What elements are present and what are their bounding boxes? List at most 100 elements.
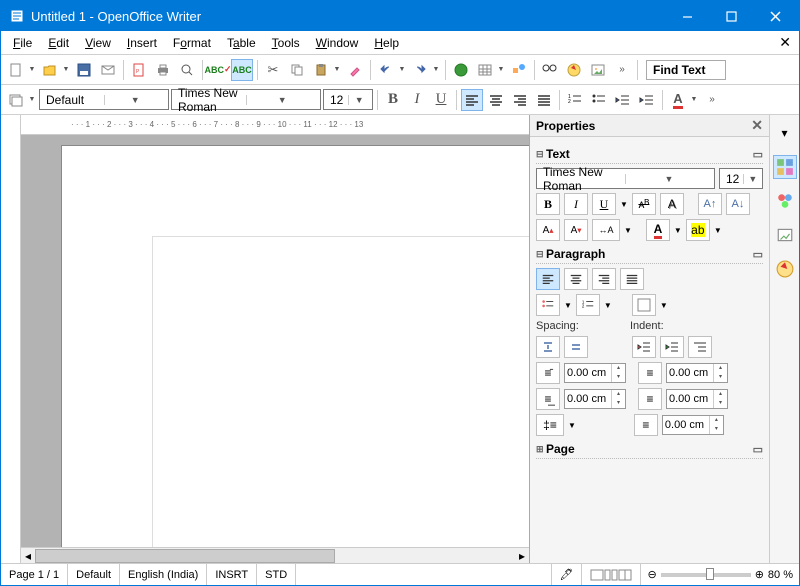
- menu-format[interactable]: Format: [165, 34, 219, 52]
- navigator-button[interactable]: [563, 59, 585, 81]
- zoom-slider[interactable]: [661, 573, 751, 577]
- paragraph-section-more-icon[interactable]: ▭: [753, 248, 763, 261]
- panel-bgcolor-button[interactable]: [632, 294, 656, 316]
- find-button[interactable]: [539, 59, 561, 81]
- menu-insert[interactable]: Insert: [119, 34, 165, 52]
- cut-button[interactable]: ✂: [262, 59, 284, 81]
- undo-button[interactable]: [375, 59, 397, 81]
- menu-table[interactable]: Table: [219, 34, 264, 52]
- align-right-button[interactable]: [509, 89, 531, 111]
- zoom-percent[interactable]: 80 %: [768, 569, 793, 581]
- close-button[interactable]: [753, 2, 797, 30]
- paste-dropdown[interactable]: ▼: [332, 66, 342, 73]
- hanging-indent-button[interactable]: [688, 336, 712, 358]
- spellcheck-button[interactable]: ABC✓: [207, 59, 229, 81]
- paste-button[interactable]: [310, 59, 332, 81]
- paragraph-style-combo[interactable]: Default▼: [39, 89, 169, 110]
- sidetab-styles-icon[interactable]: [773, 189, 797, 213]
- status-style[interactable]: Default: [68, 564, 120, 585]
- menu-file[interactable]: File: [5, 34, 40, 52]
- properties-close-icon[interactable]: ✕: [751, 117, 763, 134]
- horizontal-ruler[interactable]: · · · 1 · · · 2 · · · 3 · · · 4 · · · 5 …: [21, 115, 529, 135]
- panel-italic-button[interactable]: I: [564, 193, 588, 215]
- numbered-list-button[interactable]: 12: [564, 89, 586, 111]
- underline-button[interactable]: U: [430, 89, 452, 111]
- more-format-buttons[interactable]: »: [701, 89, 723, 111]
- text-section-toggle[interactable]: ⊟: [536, 149, 546, 160]
- panel-font-size-combo[interactable]: 12▼: [719, 168, 763, 189]
- table-button[interactable]: [474, 59, 496, 81]
- redo-dropdown[interactable]: ▼: [431, 66, 441, 73]
- increase-indent-panel-button[interactable]: [632, 336, 656, 358]
- panel-subscript-button[interactable]: A▾: [564, 219, 588, 241]
- table-dropdown[interactable]: ▼: [496, 66, 506, 73]
- document-canvas[interactable]: [21, 135, 529, 547]
- indent-first-input[interactable]: ▴▾: [662, 415, 724, 435]
- status-selection-mode[interactable]: STD: [257, 564, 296, 585]
- indent-left-icon[interactable]: ≡: [638, 362, 662, 384]
- autospell-button[interactable]: ABC: [231, 59, 253, 81]
- bold-button[interactable]: B: [382, 89, 404, 111]
- decrease-spacing-button[interactable]: [564, 336, 588, 358]
- font-color-dropdown[interactable]: ▼: [689, 96, 699, 103]
- paragraph-section-toggle[interactable]: ⊟: [536, 249, 546, 260]
- export-pdf-button[interactable]: P: [128, 59, 150, 81]
- show-draw-button[interactable]: [508, 59, 530, 81]
- indent-right-icon[interactable]: ≡: [638, 388, 662, 410]
- panel-numbering-button[interactable]: 12: [576, 294, 600, 316]
- styles-dropdown[interactable]: ▼: [27, 96, 37, 103]
- indent-left-input[interactable]: ▴▾: [666, 363, 728, 383]
- line-spacing-button[interactable]: ‡≡: [536, 414, 564, 436]
- panel-superscript-button[interactable]: A▴: [536, 219, 560, 241]
- status-signature[interactable]: 🖊: [552, 564, 583, 585]
- panel-align-right-button[interactable]: [592, 268, 616, 290]
- menu-window[interactable]: Window: [308, 34, 367, 52]
- spacing-below-icon[interactable]: ≡̲: [536, 388, 560, 410]
- panel-align-justify-button[interactable]: [620, 268, 644, 290]
- font-name-combo[interactable]: Times New Roman▼: [171, 89, 321, 110]
- panel-align-left-button[interactable]: [536, 268, 560, 290]
- open-dropdown[interactable]: ▼: [61, 66, 71, 73]
- align-center-button[interactable]: [485, 89, 507, 111]
- sidetab-gallery-icon[interactable]: [773, 223, 797, 247]
- indent-right-input[interactable]: ▴▾: [666, 389, 728, 409]
- panel-shrink-font-button[interactable]: A↓: [726, 193, 750, 215]
- panel-spacing-button[interactable]: ↔A: [592, 219, 620, 241]
- email-button[interactable]: [97, 59, 119, 81]
- horizontal-scrollbar[interactable]: ◂ ▸: [21, 547, 529, 563]
- font-size-combo[interactable]: 12▼: [323, 89, 373, 110]
- page[interactable]: [61, 145, 529, 547]
- minimize-button[interactable]: [665, 2, 709, 30]
- font-color-button[interactable]: A: [667, 89, 689, 111]
- panel-highlight-button[interactable]: ab: [686, 219, 710, 241]
- decrease-indent-panel-button[interactable]: [660, 336, 684, 358]
- spacing-above-icon[interactable]: ≡̄: [536, 362, 560, 384]
- menu-edit[interactable]: Edit: [40, 34, 77, 52]
- format-paintbrush-button[interactable]: [344, 59, 366, 81]
- find-text-button[interactable]: Find Text: [646, 60, 726, 80]
- panel-shadow-button[interactable]: A: [660, 193, 684, 215]
- print-button[interactable]: [152, 59, 174, 81]
- page-section-more-icon[interactable]: ▭: [753, 443, 763, 456]
- undo-dropdown[interactable]: ▼: [397, 66, 407, 73]
- status-view-layout[interactable]: [582, 564, 641, 585]
- indent-first-icon[interactable]: ≡: [634, 414, 658, 436]
- increase-indent-button[interactable]: [636, 89, 658, 111]
- menu-view[interactable]: View: [77, 34, 119, 52]
- spacing-below-input[interactable]: ▴▾: [564, 389, 626, 409]
- redo-button[interactable]: [409, 59, 431, 81]
- panel-underline-button[interactable]: U: [592, 193, 616, 215]
- spacing-above-input[interactable]: ▴▾: [564, 363, 626, 383]
- print-preview-button[interactable]: [176, 59, 198, 81]
- status-page[interactable]: Page 1 / 1: [1, 564, 68, 585]
- zoom-out-button[interactable]: ⊖: [647, 568, 656, 581]
- panel-align-center-button[interactable]: [564, 268, 588, 290]
- menu-help[interactable]: Help: [366, 34, 407, 52]
- zoom-in-button[interactable]: ⊕: [755, 568, 764, 581]
- vertical-ruler[interactable]: [1, 115, 21, 563]
- new-button[interactable]: [5, 59, 27, 81]
- status-language[interactable]: English (India): [120, 564, 207, 585]
- sidetab-properties-icon[interactable]: [773, 155, 797, 179]
- panel-bold-button[interactable]: B: [536, 193, 560, 215]
- open-button[interactable]: [39, 59, 61, 81]
